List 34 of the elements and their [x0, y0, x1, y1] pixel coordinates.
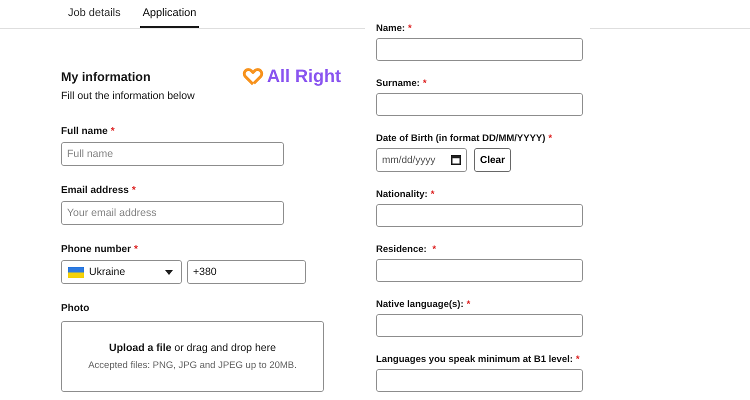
tab[interactable]: Job details: [65, 0, 124, 28]
date-field[interactable]: mm/dd/yyyy: [376, 148, 467, 172]
calendar-icon: [451, 155, 461, 165]
input-field[interactable]: [376, 38, 583, 61]
upload-area[interactable]: Upload a file or drag and drop here Accepted files: PNG, JPG and JPEG up to 20MB.: [61, 321, 324, 392]
field-label: Photo: [61, 303, 90, 314]
input-field[interactable]: [376, 93, 583, 116]
upload-prompt: Upload a file or drag and drop here: [109, 342, 276, 354]
input-field[interactable]: [376, 204, 583, 227]
country-select[interactable]: Ukraine: [61, 260, 182, 284]
section-title: My information: [61, 70, 152, 84]
field-label: Date of Birth (in format DD/MM/YYYY) *: [376, 133, 554, 144]
phone-field[interactable]: +380: [187, 260, 306, 284]
field-label: Native language(s): *: [376, 299, 472, 310]
input-field[interactable]: Your email address: [61, 201, 284, 225]
input-field[interactable]: Full name: [61, 142, 284, 166]
field-label: Nationality: *: [376, 189, 436, 200]
input-field[interactable]: [376, 259, 583, 282]
field-label: Email address *: [61, 185, 137, 196]
field-label: Phone number *: [61, 244, 139, 255]
field-label: Name: *: [376, 23, 413, 34]
field-label: Full name *: [61, 126, 116, 137]
caret-icon: [165, 270, 173, 274]
field-label: Surname: *: [376, 78, 428, 89]
tab[interactable]: Application: [140, 0, 200, 28]
flag-icon: [68, 266, 84, 278]
input-field[interactable]: [376, 314, 583, 337]
input-field[interactable]: [376, 369, 583, 392]
field-label: Residence: *: [376, 244, 438, 255]
logo-text: All Right: [267, 66, 341, 87]
section-subtitle: Fill out the information below: [61, 90, 195, 102]
upload-hint: Accepted files: PNG, JPG and JPEG up to 20MB.: [88, 360, 297, 371]
clear-button[interactable]: Clear: [474, 148, 512, 172]
field-label: Languages you speak minimum at B1 level: *: [376, 354, 581, 365]
